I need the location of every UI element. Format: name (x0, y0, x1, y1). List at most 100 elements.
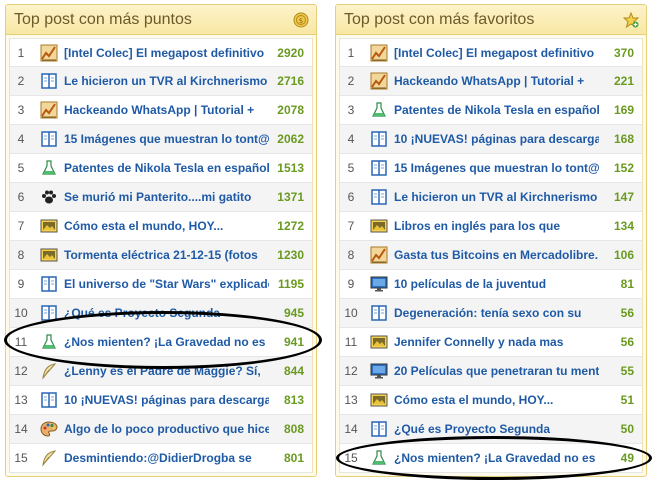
favorites-count: 134 (613, 219, 634, 233)
list-item[interactable]: 9 El universo de "Star Wars" explicado 119… (10, 270, 312, 299)
list-item[interactable]: 14 ¿Qué es Proyecto Segunda 50 (340, 415, 642, 444)
rank-number: 11 (14, 335, 28, 349)
post-title-link[interactable]: 15 Imágenes que muestran lo tont@ (64, 132, 269, 146)
rank-number: 1 (347, 45, 355, 60)
book-icon (370, 159, 388, 177)
points-count: 945 (283, 306, 304, 320)
book-icon (40, 275, 58, 293)
list-item[interactable]: 5 15 Imágenes que muestran lo tont@ 152 (340, 154, 642, 183)
post-title-link[interactable]: Patentes de Nikola Tesla en español, (394, 103, 599, 117)
rank-number: 10 (14, 306, 28, 320)
post-title-link[interactable]: ¿Qué es Proyecto Segunda (394, 422, 599, 436)
book-icon (40, 130, 58, 148)
list-item[interactable]: 10 ¿Qué es Proyecto Segunda 945 (10, 299, 312, 328)
list-item[interactable]: 8 Gasta tus Bitcoins en Mercadolibre. 106 (340, 241, 642, 270)
post-title-link[interactable]: ¿Nos mienten? ¡La Gravedad no es (64, 335, 269, 349)
post-title-link[interactable]: [Intel Colec] El megapost definitivo (394, 46, 599, 60)
post-title-link[interactable]: Jennifer Connelly y nada mas (394, 335, 599, 349)
list-item[interactable]: 4 15 Imágenes que muestran lo tont@ 2062 (10, 125, 312, 154)
list-item[interactable]: 6 Se murió mi Panterito....mi gatito 1371 (10, 183, 312, 212)
points-count: 801 (283, 451, 304, 465)
top-favorites-panel: Top post con más favoritos 1 [Intel Colec… (335, 4, 647, 477)
post-title-link[interactable]: Algo de lo poco productivo que hice (64, 422, 269, 436)
post-title-link[interactable]: [Intel Colec] El megapost definitivo (64, 46, 269, 60)
quill-icon (40, 362, 58, 380)
list-item[interactable]: 10 Degeneración: tenía sexo con su 56 (340, 299, 642, 328)
flask-icon (370, 101, 388, 119)
book-icon (370, 130, 388, 148)
post-title-link[interactable]: 15 Imágenes que muestran lo tont@ (394, 161, 599, 175)
favorites-count: 51 (620, 393, 634, 407)
list-item[interactable]: 9 10 películas de la juventud 81 (340, 270, 642, 299)
rank-number: 12 (344, 364, 358, 378)
points-count: 1195 (277, 277, 304, 291)
post-title-link[interactable]: Le hicieron un TVR al Kirchnerismo y (394, 190, 599, 204)
post-title-link[interactable]: Desmintiendo:@DidierDrogba se (64, 451, 269, 465)
post-title-link[interactable]: Le hicieron un TVR al Kirchnerismo y (64, 74, 269, 88)
list-item[interactable]: 11 Jennifer Connelly y nada mas 56 (340, 328, 642, 357)
post-title-link[interactable]: Hackeando WhatsApp | Tutorial + (394, 74, 599, 88)
list-item[interactable]: 7 Libros en inglés para los que 134 (340, 212, 642, 241)
image-icon (370, 333, 388, 351)
rank-number: 15 (344, 451, 358, 465)
list-item[interactable]: 8 Tormenta eléctrica 21-12-15 (fotos 1230 (10, 241, 312, 270)
rank-number: 10 (344, 306, 358, 320)
list-item[interactable]: 6 Le hicieron un TVR al Kirchnerismo y 147 (340, 183, 642, 212)
post-title-link[interactable]: El universo de "Star Wars" explicado (64, 277, 269, 291)
list-item[interactable]: 1 [Intel Colec] El megapost definitivo 370 (340, 38, 642, 67)
rank-number: 7 (347, 219, 355, 233)
quill-icon (40, 449, 58, 467)
list-item[interactable]: 13 10 ¡NUEVAS! páginas para descargar 813 (10, 386, 312, 415)
rank-number: 3 (17, 103, 25, 117)
post-title-link[interactable]: Cómo esta el mundo, HOY... (64, 219, 269, 233)
post-title-link[interactable]: Cómo esta el mundo, HOY... (394, 393, 599, 407)
list-item[interactable]: 2 Le hicieron un TVR al Kirchnerismo y 271… (10, 67, 312, 96)
list-item[interactable]: 12 ¿Lenny es el Padre de Maggie? Sí, 844 (10, 357, 312, 386)
coin-icon (293, 12, 309, 28)
book-icon (370, 188, 388, 206)
list-item[interactable]: 11 ¿Nos mienten? ¡La Gravedad no es 941 (10, 328, 312, 357)
panel-header: Top post con más favoritos (336, 5, 646, 35)
book-icon (40, 304, 58, 322)
post-title-link[interactable]: ¿Qué es Proyecto Segunda (64, 306, 269, 320)
post-title-link[interactable]: ¿Lenny es el Padre de Maggie? Sí, (64, 364, 269, 378)
list-item[interactable]: 14 Algo de lo poco productivo que hice 808 (10, 415, 312, 444)
post-title-link[interactable]: Gasta tus Bitcoins en Mercadolibre. (394, 248, 599, 262)
post-title-link[interactable]: Hackeando WhatsApp | Tutorial + (64, 103, 269, 117)
list-item[interactable]: 7 Cómo esta el mundo, HOY... 1272 (10, 212, 312, 241)
favorites-count: 147 (613, 190, 634, 204)
chart-icon (370, 44, 388, 62)
post-title-link[interactable]: Libros en inglés para los que (394, 219, 599, 233)
points-count: 813 (283, 393, 304, 407)
rank-number: 9 (17, 277, 25, 291)
points-count: 1230 (277, 248, 304, 262)
rank-number: 2 (347, 74, 355, 88)
list-item[interactable]: 3 Hackeando WhatsApp | Tutorial + 2078 (10, 96, 312, 125)
list-item[interactable]: 1 [Intel Colec] El megapost definitivo 292… (10, 38, 312, 67)
points-count: 2062 (277, 132, 304, 146)
list-item[interactable]: 4 10 ¡NUEVAS! páginas para descargar 168 (340, 125, 642, 154)
rank-number: 2 (17, 74, 25, 88)
points-count: 2716 (277, 74, 304, 88)
points-count: 1272 (277, 219, 304, 233)
post-title-link[interactable]: Se murió mi Panterito....mi gatito (64, 190, 269, 204)
list-item[interactable]: 13 Cómo esta el mundo, HOY... 51 (340, 386, 642, 415)
post-title-link[interactable]: 20 Películas que penetraran tu mente (394, 364, 599, 378)
list-item[interactable]: 3 Patentes de Nikola Tesla en español, 169 (340, 96, 642, 125)
post-title-link[interactable]: Degeneración: tenía sexo con su (394, 306, 599, 320)
favorites-count: 168 (613, 132, 634, 146)
post-title-link[interactable]: 10 ¡NUEVAS! páginas para descargar (394, 132, 599, 146)
post-title-link[interactable]: Patentes de Nikola Tesla en español, (64, 161, 269, 175)
chart-icon (370, 246, 388, 264)
list-item[interactable]: 15 Desmintiendo:@DidierDrogba se 801 (10, 444, 312, 473)
rank-number: 3 (347, 103, 355, 117)
rank-number: 5 (17, 161, 25, 175)
list-item[interactable]: 5 Patentes de Nikola Tesla en español, 151… (10, 154, 312, 183)
post-title-link[interactable]: 10 ¡NUEVAS! páginas para descargar (64, 393, 269, 407)
list-item[interactable]: 2 Hackeando WhatsApp | Tutorial + 221 (340, 67, 642, 96)
post-title-link[interactable]: ¿Nos mienten? ¡La Gravedad no es (394, 451, 599, 465)
list-item[interactable]: 15 ¿Nos mienten? ¡La Gravedad no es 49 (340, 444, 642, 473)
list-item[interactable]: 12 20 Películas que penetraran tu mente 55 (340, 357, 642, 386)
post-title-link[interactable]: 10 películas de la juventud (394, 277, 599, 291)
post-title-link[interactable]: Tormenta eléctrica 21-12-15 (fotos (64, 248, 269, 262)
